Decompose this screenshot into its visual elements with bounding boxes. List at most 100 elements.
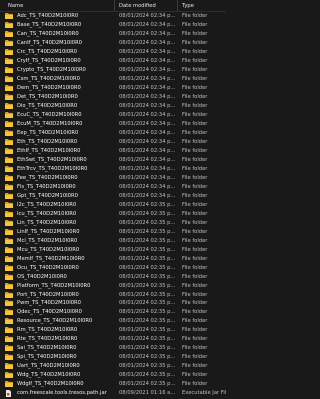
name-cell: Csm_TS_T40D2M10I0R0 — [0, 76, 115, 83]
folder-row[interactable]: Sai_TS_T40D2M10I0R0 08/01/2024 02:35 p...… — [0, 344, 226, 353]
folder-icon — [5, 103, 13, 110]
folder-row[interactable]: Uart_TS_T40D2M10I0R0 08/01/2024 02:35 p..… — [0, 362, 226, 371]
folder-row[interactable]: Eep_TS_T40D2M10I0R0 08/01/2024 02:34 p...… — [0, 129, 226, 138]
name-cell: Dio_TS_T40D2M10I0R0 — [0, 103, 115, 110]
date-modified-cell: 08/01/2024 02:34 p... — [119, 103, 176, 110]
folder-row[interactable]: Dio_TS_T40D2M10I0R0 08/01/2024 02:34 p...… — [0, 102, 226, 111]
folder-row[interactable]: Ocu_TS_T40D2M10I0R0 08/01/2024 02:35 p...… — [0, 263, 226, 272]
folder-row[interactable]: Dem_TS_T40D2M10I0R0 08/01/2024 02:34 p...… — [0, 84, 226, 93]
item-name: EthTrcv_TS_T40D2M10I0R0 — [17, 165, 88, 172]
column-header-row: Name Date modified Type — [0, 0, 226, 12]
folder-row[interactable]: Rm_TS_T40D2M10I0R0 08/01/2024 02:35 p... F… — [0, 326, 226, 335]
date-modified-cell: 08/01/2024 02:35 p... — [119, 291, 176, 298]
folder-icon — [5, 31, 13, 38]
folder-row[interactable]: EcuM_TS_T40D2M10I0R0 08/01/2024 02:34 p..… — [0, 120, 226, 129]
item-name: Dio_TS_T40D2M10I0R0 — [17, 103, 78, 110]
item-name: LinIf_TS_T40D2M10I0R0 — [17, 228, 80, 235]
folder-icon — [5, 309, 13, 316]
folder-row[interactable]: Resource_TS_T40D2M10I0R0 08/01/2024 02:35… — [0, 317, 226, 326]
item-name: EcuC_TS_T40D2M10I0R0 — [17, 112, 82, 119]
folder-row[interactable]: Crc_TS_T40D2M10I0R0 08/01/2024 02:34 p...… — [0, 48, 226, 57]
folder-row[interactable]: Qdec_TS_T40D2M10I0R0 08/01/2024 02:35 p..… — [0, 308, 226, 317]
name-cell: Pwm_TS_T40D2M10I0R0 — [0, 300, 115, 307]
folder-row[interactable]: Det_TS_T40D2M10I0R0 08/01/2024 02:34 p...… — [0, 93, 226, 102]
folder-row[interactable]: EthSwt_TS_T40D2M10I0R0 08/01/2024 02:34 p… — [0, 156, 226, 165]
date-modified-cell: 08/01/2024 02:34 p... — [119, 183, 176, 190]
folder-icon — [5, 300, 13, 307]
name-cell: EthSwt_TS_T40D2M10I0R0 — [0, 156, 115, 163]
folder-row[interactable]: Platform_TS_T40D2M10I0R0 08/01/2024 02:35… — [0, 281, 226, 290]
date-modified-cell: 08/01/2024 02:34 p... — [119, 156, 176, 163]
type-cell: File folder — [182, 112, 208, 119]
name-cell: WdgIf_TS_T40D2M10I0R0 — [0, 381, 115, 388]
type-cell: File folder — [182, 58, 208, 65]
date-modified-cell: 08/01/2024 02:35 p... — [119, 309, 176, 316]
folder-row[interactable]: I2c_TS_T40D2M10I0R0 08/01/2024 02:35 p...… — [0, 200, 226, 209]
folder-row[interactable]: Gpt_TS_T40D2M10I0R0 08/01/2024 02:34 p...… — [0, 191, 226, 200]
column-header-name[interactable]: Name — [0, 0, 115, 11]
folder-row[interactable]: Crypto_TS_T40D2M10I0R0 08/01/2024 02:34 p… — [0, 66, 226, 75]
folder-row[interactable]: Icu_TS_T40D2M10I0R0 08/01/2024 02:35 p...… — [0, 209, 226, 218]
item-name: Uart_TS_T40D2M10I0R0 — [17, 363, 80, 370]
folder-row[interactable]: Base_TS_T40D2M10I0R0 08/01/2024 02:34 p..… — [0, 21, 226, 30]
date-modified-cell: 08/01/2024 02:35 p... — [119, 363, 176, 370]
date-modified-cell: 08/01/2024 02:34 p... — [119, 67, 176, 74]
name-cell: CryIf_TS_T40D2M10I0R0 — [0, 58, 115, 65]
folder-icon — [5, 58, 13, 65]
folder-icon — [5, 381, 13, 388]
folder-row[interactable]: Mcu_TS_T40D2M10I0R0 08/01/2024 02:35 p...… — [0, 245, 226, 254]
folder-row[interactable]: Adc_TS_T40D2M10I0R0 08/01/2024 02:34 p...… — [0, 12, 226, 21]
type-cell: File folder — [182, 327, 208, 334]
folder-row[interactable]: LinIf_TS_T40D2M10I0R0 08/01/2024 02:35 p.… — [0, 227, 226, 236]
type-cell: File folder — [182, 201, 208, 208]
folder-icon — [5, 13, 13, 20]
type-cell: File folder — [182, 291, 208, 298]
folder-row[interactable]: Fee_TS_T40D2M10I0R0 08/01/2024 02:34 p...… — [0, 173, 226, 182]
item-name: Base_TS_T40D2M10I0R0 — [17, 22, 82, 29]
folder-row[interactable]: Port_TS_T40D2M10I0R0 08/01/2024 02:35 p..… — [0, 290, 226, 299]
file-row[interactable]: com.freescale.tools.tresos.path.jar 08/09… — [0, 389, 226, 398]
folder-row[interactable]: Wdg_TS_T40D2M10I0R0 08/01/2024 02:35 p...… — [0, 371, 226, 380]
item-name: Rm_TS_T40D2M10I0R0 — [17, 327, 78, 334]
name-cell: Dem_TS_T40D2M10I0R0 — [0, 85, 115, 92]
type-cell: File folder — [182, 246, 208, 253]
folder-row[interactable]: Spi_TS_T40D2M10I0R0 08/01/2024 02:35 p...… — [0, 353, 226, 362]
folder-row[interactable]: CryIf_TS_T40D2M10I0R0 08/01/2024 02:34 p.… — [0, 57, 226, 66]
folder-row[interactable]: Rte_TS_T40D2M10I0R0 08/01/2024 02:35 p...… — [0, 335, 226, 344]
folder-row[interactable]: EthTrcv_TS_T40D2M10I0R0 08/01/2024 02:34 … — [0, 164, 226, 173]
folder-row[interactable]: Csm_TS_T40D2M10I0R0 08/01/2024 02:34 p...… — [0, 75, 226, 84]
name-cell: Qdec_TS_T40D2M10I0R0 — [0, 309, 115, 316]
item-name: MemIf_TS_T40D2M10I0R0 — [17, 255, 85, 262]
item-name: Pwm_TS_T40D2M10I0R0 — [17, 300, 81, 307]
name-cell: Rte_TS_T40D2M10I0R0 — [0, 336, 115, 343]
column-header-type[interactable]: Type — [178, 0, 226, 11]
name-cell: MemIf_TS_T40D2M10I0R0 — [0, 255, 115, 262]
type-cell: File folder — [182, 183, 208, 190]
name-cell: Eep_TS_T40D2M10I0R0 — [0, 130, 115, 137]
folder-row[interactable]: Fls_TS_T40D2M10I0R0 08/01/2024 02:34 p...… — [0, 182, 226, 191]
folder-row[interactable]: Pwm_TS_T40D2M10I0R0 08/01/2024 02:35 p...… — [0, 299, 226, 308]
folder-icon — [5, 183, 13, 190]
type-cell: File folder — [182, 318, 208, 325]
type-cell: File folder — [182, 354, 208, 361]
type-cell: File folder — [182, 94, 208, 101]
type-cell: File folder — [182, 273, 208, 280]
folder-row[interactable]: MemIf_TS_T40D2M10I0R0 08/01/2024 02:35 p.… — [0, 254, 226, 263]
folder-row[interactable]: EcuC_TS_T40D2M10I0R0 08/01/2024 02:34 p..… — [0, 111, 226, 120]
folder-row[interactable]: Lin_TS_T40D2M10I0R0 08/01/2024 02:35 p...… — [0, 218, 226, 227]
folder-row[interactable]: CanIf_TS_T40D2M10I0R0 08/01/2024 02:34 p.… — [0, 39, 226, 48]
item-name: Sai_TS_T40D2M10I0R0 — [17, 345, 77, 352]
folder-row[interactable]: Mcl_TS_T40D2M10I0R0 08/01/2024 02:35 p...… — [0, 236, 226, 245]
folder-row[interactable]: Can_TS_T40D2M10I0R0 08/01/2024 02:34 p...… — [0, 30, 226, 39]
folder-row[interactable]: OS_T40D2M10I0R0 08/01/2024 02:35 p... File… — [0, 272, 226, 281]
item-name: Mcl_TS_T40D2M10I0R0 — [17, 237, 78, 244]
item-name: Spi_TS_T40D2M10I0R0 — [17, 354, 77, 361]
item-name: Gpt_TS_T40D2M10I0R0 — [17, 192, 78, 199]
folder-row[interactable]: Eth_TS_T40D2M10I0R0 08/01/2024 02:34 p...… — [0, 138, 226, 147]
folder-row[interactable]: WdgIf_TS_T40D2M10I0R0 08/01/2024 02:35 p.… — [0, 380, 226, 389]
folder-row[interactable]: EthIf_TS_T40D2M10I0R0 08/01/2024 02:34 p.… — [0, 147, 226, 156]
item-name: WdgIf_TS_T40D2M10I0R0 — [17, 381, 84, 388]
folder-icon — [5, 67, 13, 74]
column-header-date-modified[interactable]: Date modified — [115, 0, 178, 11]
folder-icon — [5, 156, 13, 163]
